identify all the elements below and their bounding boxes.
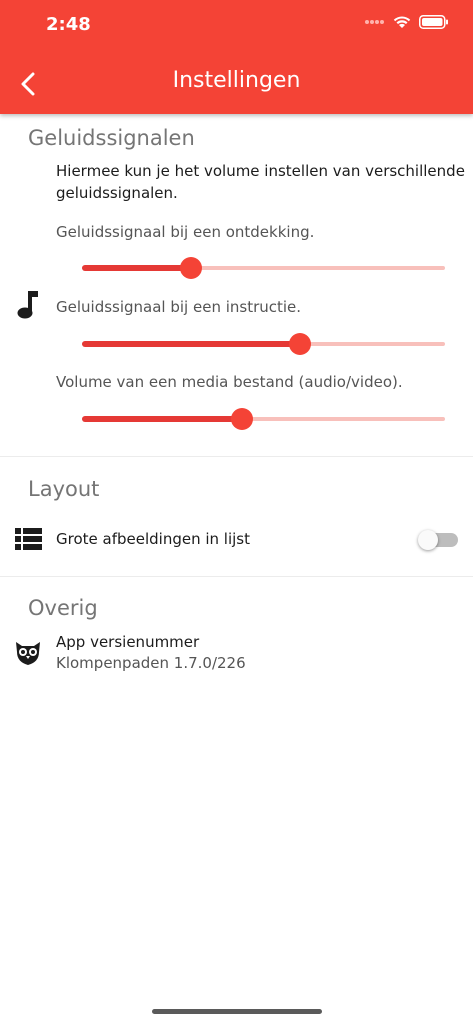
home-indicator[interactable]	[152, 1009, 322, 1014]
section-title-layout: Layout	[28, 477, 100, 501]
app-header: 2:48 Instellingen	[0, 0, 473, 114]
slider-label-media: Volume van een media bestand (audio/vide…	[56, 373, 403, 391]
sound-description: Hiermee kun je het volume instellen van …	[56, 162, 465, 202]
signal-icon	[365, 20, 384, 24]
slider-label-discovery: Geluidssignaal bij een ontdekking.	[56, 223, 315, 241]
slider-thumb[interactable]	[288, 333, 311, 355]
battery-icon	[419, 15, 448, 29]
slider-fill	[82, 416, 242, 422]
slider-media[interactable]	[82, 407, 445, 431]
owl-icon	[16, 642, 40, 665]
version-label: App versienummer	[56, 633, 200, 651]
status-icons	[365, 15, 449, 29]
status-time: 2:48	[46, 14, 91, 35]
section-title-sound: Geluidssignalen	[28, 126, 195, 150]
slider-thumb[interactable]	[179, 257, 202, 279]
divider	[0, 456, 473, 457]
divider	[0, 576, 473, 577]
section-title-other: Overig	[28, 596, 98, 620]
wifi-icon	[393, 16, 411, 28]
slider-thumb[interactable]	[230, 408, 253, 430]
large-images-toggle[interactable]	[418, 530, 458, 550]
slider-instruction[interactable]	[82, 332, 445, 356]
slider-fill	[82, 265, 191, 271]
page-title: Instellingen	[172, 68, 301, 93]
version-value: Klompenpaden 1.7.0/226	[56, 654, 246, 672]
toggle-knob	[418, 530, 438, 550]
slider-fill	[82, 341, 300, 347]
large-images-label: Grote afbeeldingen in lijst	[56, 530, 250, 548]
slider-label-instruction: Geluidssignaal bij een instructie.	[56, 298, 302, 316]
slider-discovery[interactable]	[82, 256, 445, 280]
list-view-icon	[15, 528, 42, 550]
music-note-icon	[17, 291, 38, 319]
